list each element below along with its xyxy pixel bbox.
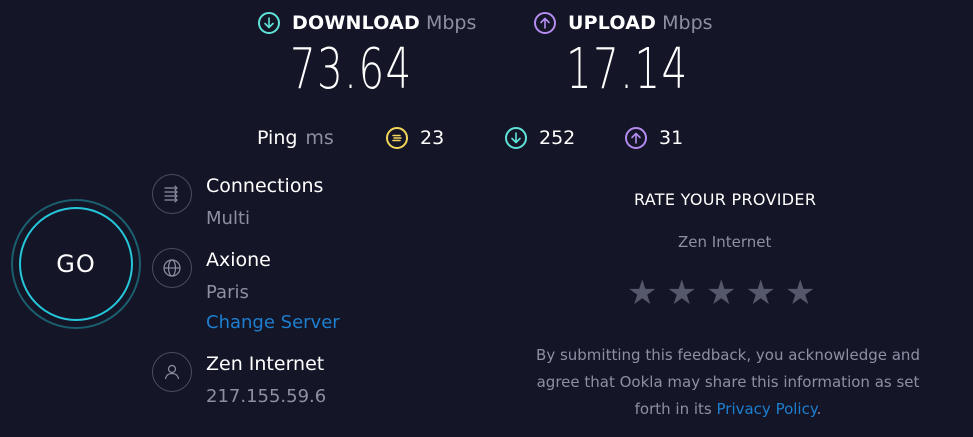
- upload-label: UPLOAD: [568, 12, 657, 34]
- ping-download-value: 252: [539, 127, 576, 149]
- ping-upload-value: 31: [659, 127, 684, 149]
- feedback-disclaimer: By submitting this feedback, you acknowl…: [508, 342, 948, 423]
- disclaimer-line-3: forth in its Privacy Policy.: [508, 396, 948, 423]
- provider-name: Zen Internet: [206, 353, 325, 375]
- server-name: Axione: [206, 249, 271, 271]
- star-rating[interactable]: ★ ★ ★ ★ ★: [627, 276, 824, 310]
- download-unit: Mbps: [425, 12, 477, 34]
- ping-idle-icon: [386, 127, 408, 149]
- go-label: GO: [56, 250, 96, 278]
- star-icon[interactable]: ★: [785, 276, 815, 310]
- user-icon: [152, 352, 192, 392]
- disclaimer-suffix: .: [816, 400, 822, 418]
- star-icon[interactable]: ★: [627, 276, 657, 310]
- star-icon[interactable]: ★: [706, 276, 736, 310]
- download-header: DOWNLOAD Mbps: [258, 12, 476, 34]
- server-location: Paris: [206, 282, 249, 303]
- connections-title: Connections: [206, 175, 324, 197]
- ping-download-icon: [505, 127, 527, 149]
- ping-idle-value: 23: [420, 127, 445, 149]
- privacy-policy-link[interactable]: Privacy Policy: [717, 400, 817, 418]
- download-arrow-icon: [258, 12, 280, 34]
- disclaimer-line-2: agree that Ookla may share this informat…: [536, 373, 920, 391]
- ping-label: Ping: [257, 127, 298, 149]
- ping-upload: 31: [625, 127, 683, 149]
- upload-arrow-icon: [534, 12, 556, 34]
- disclaimer-line-1: By submitting this feedback, you acknowl…: [536, 346, 920, 364]
- star-icon[interactable]: ★: [666, 276, 696, 310]
- connections-value[interactable]: Multi: [206, 208, 250, 229]
- go-button-ring[interactable]: GO: [11, 199, 141, 329]
- download-value: 73.64: [290, 37, 413, 102]
- rate-provider-name: Zen Internet: [678, 233, 772, 251]
- ping-upload-icon: [625, 127, 647, 149]
- upload-unit: Mbps: [662, 12, 713, 34]
- change-server-link[interactable]: Change Server: [206, 312, 340, 333]
- go-button[interactable]: GO: [19, 207, 133, 321]
- ping-download: 252: [505, 127, 575, 149]
- ping-header: Ping ms: [257, 127, 334, 149]
- globe-icon: [152, 248, 192, 288]
- ping-idle: 23: [386, 127, 444, 149]
- upload-header: UPLOAD Mbps: [534, 12, 713, 34]
- upload-value: 17.14: [566, 37, 689, 102]
- rate-provider-title: RATE YOUR PROVIDER: [634, 190, 817, 209]
- ping-unit: ms: [305, 127, 334, 149]
- disclaimer-prefix: forth in its: [634, 400, 712, 418]
- provider-ip: 217.155.59.6: [206, 386, 327, 407]
- connections-icon: [152, 174, 192, 214]
- star-icon[interactable]: ★: [745, 276, 775, 310]
- download-label: DOWNLOAD: [292, 12, 420, 34]
